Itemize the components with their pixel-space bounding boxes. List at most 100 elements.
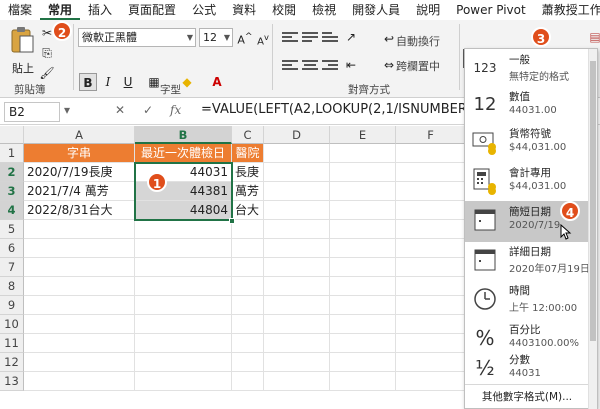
- decrease-font-icon[interactable]: Av: [254, 28, 272, 47]
- empty-cell[interactable]: [264, 182, 330, 201]
- empty-cell[interactable]: [264, 315, 330, 334]
- bold-button[interactable]: B: [79, 73, 97, 91]
- row-header-5[interactable]: 5: [0, 220, 24, 239]
- row-header-12[interactable]: 12: [0, 353, 24, 372]
- empty-cell[interactable]: [264, 220, 330, 239]
- empty-cell[interactable]: [330, 163, 396, 182]
- empty-cell[interactable]: [232, 296, 264, 315]
- column-header-f[interactable]: F: [396, 126, 466, 144]
- align-bottom-icon[interactable]: [322, 32, 338, 44]
- empty-cell[interactable]: [396, 201, 466, 220]
- tab-file[interactable]: 檔案: [0, 0, 40, 20]
- column-header-d[interactable]: D: [264, 126, 330, 144]
- empty-cell[interactable]: [396, 353, 466, 372]
- empty-cell[interactable]: [135, 372, 232, 391]
- empty-cell[interactable]: [232, 372, 264, 391]
- empty-cell[interactable]: [232, 258, 264, 277]
- empty-cell[interactable]: [396, 372, 466, 391]
- italic-button[interactable]: I: [99, 73, 117, 91]
- empty-cell[interactable]: [330, 334, 396, 353]
- more-number-formats-link[interactable]: 其他數字格式(M)...: [465, 384, 589, 408]
- cell-c2[interactable]: 長庚: [232, 163, 264, 182]
- empty-cell[interactable]: [24, 296, 135, 315]
- fill-handle[interactable]: [229, 218, 235, 224]
- row-header-11[interactable]: 11: [0, 334, 24, 353]
- column-header-e[interactable]: E: [330, 126, 396, 144]
- empty-cell[interactable]: [264, 201, 330, 220]
- format-painter-icon[interactable]: 🖌: [38, 64, 56, 82]
- tab-insert[interactable]: 插入: [80, 0, 120, 20]
- empty-cell[interactable]: [264, 277, 330, 296]
- row-header-6[interactable]: 6: [0, 239, 24, 258]
- empty-cell[interactable]: [396, 182, 466, 201]
- empty-cell[interactable]: [135, 353, 232, 372]
- empty-cell[interactable]: [264, 334, 330, 353]
- formula-input[interactable]: =VALUE(LEFT(A2,LOOKUP(2,1/ISNUMBER(--: [201, 102, 481, 117]
- empty-cell[interactable]: [330, 144, 396, 163]
- row-header-13[interactable]: 13: [0, 372, 24, 391]
- conditional-format-icon[interactable]: ▤: [586, 28, 600, 46]
- empty-cell[interactable]: [264, 144, 330, 163]
- name-box-dropdown-icon[interactable]: ▾: [64, 103, 70, 117]
- empty-cell[interactable]: [24, 239, 135, 258]
- empty-cell[interactable]: [135, 315, 232, 334]
- tab-review[interactable]: 校閱: [264, 0, 304, 20]
- row-header-8[interactable]: 8: [0, 277, 24, 296]
- empty-cell[interactable]: [330, 372, 396, 391]
- column-header-b[interactable]: B: [135, 126, 232, 144]
- format-long-date[interactable]: 詳細日期 2020年07月19日: [465, 241, 590, 282]
- cell-a1[interactable]: 字串: [24, 144, 135, 163]
- empty-cell[interactable]: [135, 277, 232, 296]
- name-box[interactable]: B2: [4, 102, 60, 122]
- cell-c4[interactable]: 台大: [232, 201, 264, 220]
- paste-button[interactable]: 貼上: [12, 60, 34, 76]
- paste-icon[interactable]: [9, 26, 35, 54]
- row-header-10[interactable]: 10: [0, 315, 24, 334]
- row-header-1[interactable]: 1: [0, 144, 24, 163]
- merge-center-button[interactable]: 跨欄置中: [396, 58, 440, 74]
- empty-cell[interactable]: [135, 334, 232, 353]
- empty-cell[interactable]: [135, 296, 232, 315]
- empty-cell[interactable]: [264, 372, 330, 391]
- dropdown-scrollbar[interactable]: [588, 49, 597, 409]
- font-name-select[interactable]: 微軟正黑體 ▼: [78, 28, 196, 47]
- cancel-icon[interactable]: ✕: [115, 103, 125, 117]
- empty-cell[interactable]: [396, 315, 466, 334]
- tab-view[interactable]: 檢視: [304, 0, 344, 20]
- cell-b1[interactable]: 最近一次體檢日: [135, 144, 232, 163]
- format-time[interactable]: 時間 上午 12:00:00: [465, 280, 589, 321]
- empty-cell[interactable]: [24, 277, 135, 296]
- align-center-icon[interactable]: [302, 60, 318, 72]
- empty-cell[interactable]: [232, 220, 264, 239]
- select-all-corner[interactable]: [0, 126, 24, 144]
- empty-cell[interactable]: [24, 220, 135, 239]
- empty-cell[interactable]: [330, 239, 396, 258]
- wrap-text-button[interactable]: 自動換行: [396, 33, 440, 49]
- align-left-icon[interactable]: [282, 60, 298, 72]
- empty-cell[interactable]: [330, 277, 396, 296]
- cell-c3[interactable]: 萬芳: [232, 182, 264, 201]
- empty-cell[interactable]: [264, 239, 330, 258]
- copy-icon[interactable]: ⎘: [38, 44, 56, 62]
- empty-cell[interactable]: [330, 315, 396, 334]
- empty-cell[interactable]: [330, 182, 396, 201]
- cell-c1[interactable]: 醫院: [232, 144, 264, 163]
- column-header-a[interactable]: A: [24, 126, 135, 144]
- tab-formulas[interactable]: 公式: [184, 0, 224, 20]
- empty-cell[interactable]: [396, 163, 466, 182]
- format-currency[interactable]: 貨幣符號 $44,031.00: [465, 123, 589, 164]
- empty-cell[interactable]: [232, 353, 264, 372]
- tab-page-layout[interactable]: 頁面配置: [120, 0, 184, 20]
- row-header-3[interactable]: 3: [0, 182, 24, 201]
- empty-cell[interactable]: [396, 239, 466, 258]
- empty-cell[interactable]: [24, 334, 135, 353]
- empty-cell[interactable]: [24, 372, 135, 391]
- empty-cell[interactable]: [396, 277, 466, 296]
- empty-cell[interactable]: [396, 258, 466, 277]
- underline-button[interactable]: U: [119, 73, 137, 91]
- empty-cell[interactable]: [24, 315, 135, 334]
- empty-cell[interactable]: [24, 258, 135, 277]
- empty-cell[interactable]: [330, 201, 396, 220]
- tab-data[interactable]: 資料: [224, 0, 264, 20]
- format-general[interactable]: 123 一般 無特定的格式: [465, 49, 589, 90]
